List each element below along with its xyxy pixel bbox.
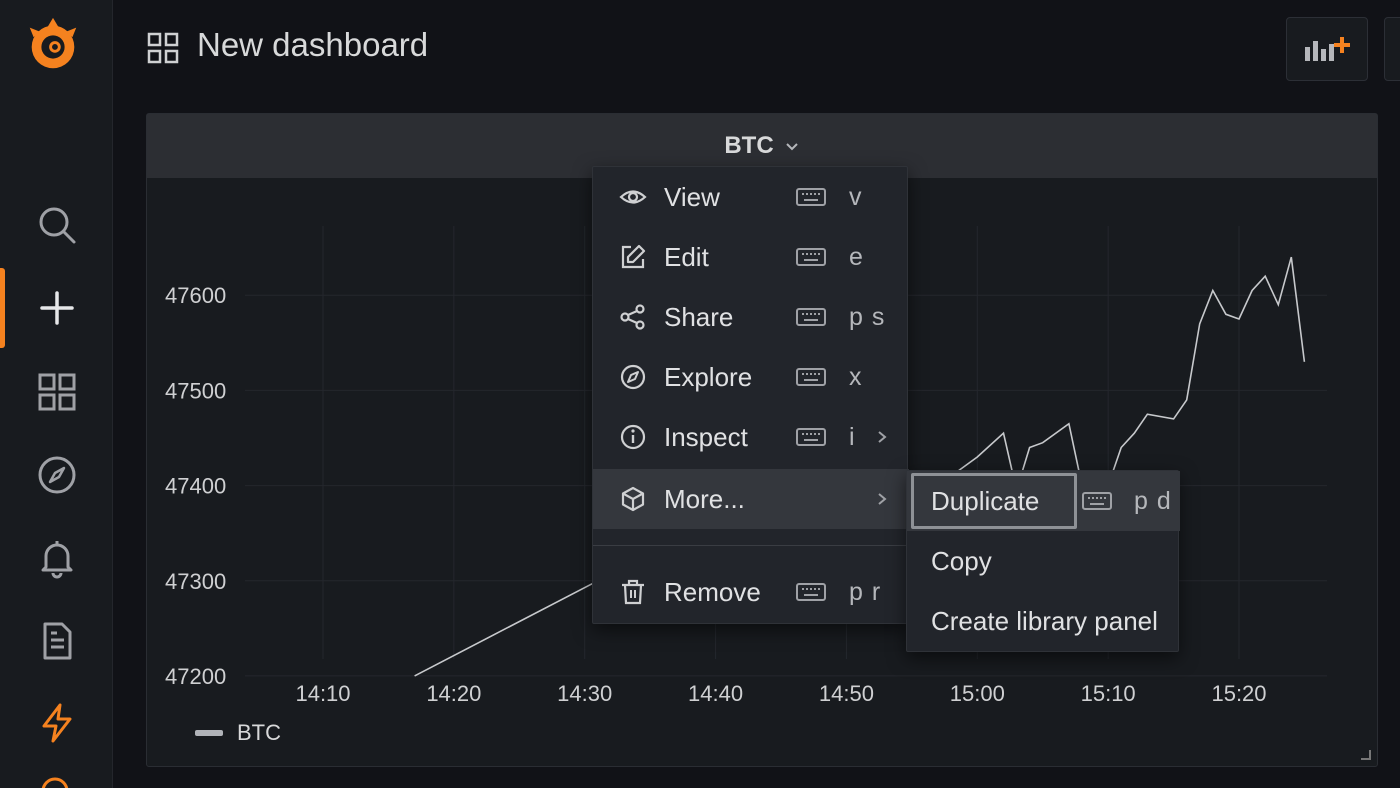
add-panel-icon — [1305, 37, 1350, 61]
x-tick-label: 14:30 — [557, 681, 612, 706]
keyboard-icon — [796, 248, 826, 266]
y-tick-label: 47600 — [165, 283, 226, 308]
trash-icon — [622, 579, 644, 605]
plus-icon — [39, 291, 74, 325]
submenu-item-duplicate[interactable]: Duplicate p d — [907, 471, 1180, 531]
menu-item-explore[interactable]: Explore x — [593, 347, 909, 407]
dashboard-grid-icon — [147, 32, 179, 64]
panel-title[interactable]: BTC — [724, 132, 773, 160]
keyboard-icon — [796, 188, 826, 206]
keyboard-icon — [796, 583, 826, 601]
x-tick-label: 14:10 — [295, 681, 350, 706]
menu-item-edit[interactable]: Edit e — [593, 227, 909, 287]
x-tick-label: 15:10 — [1081, 681, 1136, 706]
menu-item-label: Share — [664, 301, 734, 332]
legend-swatch — [195, 730, 223, 736]
sidebar — [0, 0, 113, 788]
menu-item-view[interactable]: View v — [593, 167, 909, 227]
shortcut-text: x — [849, 362, 863, 391]
bell-icon — [41, 541, 72, 579]
search-icon — [39, 207, 75, 244]
menu-item-label: Explore — [664, 361, 753, 392]
panel-context-menu: View v Edit e Share p s Explore x Inspec… — [592, 166, 909, 624]
resize-handle[interactable] — [1361, 750, 1371, 760]
grafana-logo-icon[interactable] — [22, 14, 84, 76]
menu-divider — [593, 545, 909, 546]
y-tick-label: 47200 — [165, 664, 226, 689]
share-icon — [620, 304, 645, 330]
menu-item-label: Inspect — [664, 421, 748, 452]
apps-grid-icon — [38, 373, 75, 411]
submenu-item-label: Duplicate — [931, 485, 1040, 516]
shortcut-text: p s — [849, 302, 886, 331]
bolt-nav-item[interactable] — [0, 688, 113, 758]
menu-item-label: Edit — [664, 241, 709, 272]
menu-item-more[interactable]: More... — [593, 469, 909, 529]
shortcut-text: i — [849, 422, 856, 451]
x-tick-label: 14:50 — [819, 681, 874, 706]
chart-legend[interactable]: BTC — [195, 720, 281, 746]
submenu-item-create-library-panel[interactable]: Create library panel — [907, 591, 1180, 651]
shortcut-text: p r — [849, 577, 882, 606]
chevron-right-icon — [878, 431, 887, 443]
shortcut-text: p d — [1134, 486, 1172, 515]
search-nav-item[interactable] — [0, 190, 113, 260]
keyboard-icon — [796, 368, 826, 386]
lightning-icon — [42, 703, 71, 743]
y-tick-label: 47500 — [165, 378, 226, 403]
header-button-partial[interactable] — [1384, 17, 1400, 81]
menu-item-label: View — [664, 181, 720, 212]
top-header: New dashboard — [113, 0, 1400, 100]
submenu-item-label: Create library panel — [931, 605, 1158, 636]
keyboard-icon — [796, 308, 826, 326]
submenu-item-copy[interactable]: Copy — [907, 531, 1180, 591]
edit-icon — [621, 244, 646, 269]
more-submenu: Duplicate p d Copy Create library panel — [906, 470, 1180, 652]
alerting-nav-item[interactable] — [0, 523, 113, 593]
menu-item-label: Remove — [664, 576, 761, 607]
x-tick-label: 15:20 — [1211, 681, 1266, 706]
y-tick-label: 47300 — [165, 569, 226, 594]
explore-nav-item[interactable] — [0, 440, 113, 510]
compass-icon — [620, 364, 646, 390]
chevron-right-icon — [878, 493, 887, 505]
menu-item-share[interactable]: Share p s — [593, 287, 909, 347]
compass-icon — [38, 456, 75, 494]
document-icon — [43, 622, 71, 660]
add-panel-button[interactable] — [1286, 17, 1368, 81]
reports-nav-item[interactable] — [0, 606, 113, 676]
chevron-down-icon[interactable] — [784, 138, 800, 154]
create-nav-item[interactable] — [0, 273, 113, 343]
keyboard-icon — [1082, 492, 1112, 510]
eye-icon — [619, 190, 647, 204]
submenu-item-label: Copy — [931, 545, 992, 576]
x-tick-label: 14:40 — [688, 681, 743, 706]
dashboard-title[interactable]: New dashboard — [197, 26, 428, 64]
y-tick-label: 47400 — [165, 474, 226, 499]
shortcut-text: v — [849, 182, 863, 211]
dashboards-nav-item[interactable] — [0, 357, 113, 427]
menu-item-remove[interactable]: Remove p r — [593, 562, 909, 622]
shortcut-text: e — [849, 242, 864, 271]
keyboard-icon — [796, 428, 826, 446]
legend-label: BTC — [237, 720, 281, 745]
menu-item-inspect[interactable]: Inspect i — [593, 407, 909, 467]
cube-icon — [621, 486, 645, 512]
x-tick-label: 14:20 — [426, 681, 481, 706]
menu-item-label: More... — [664, 483, 745, 514]
sun-icon[interactable] — [34, 770, 76, 788]
info-circle-icon — [620, 424, 646, 450]
x-tick-label: 15:00 — [950, 681, 1005, 706]
